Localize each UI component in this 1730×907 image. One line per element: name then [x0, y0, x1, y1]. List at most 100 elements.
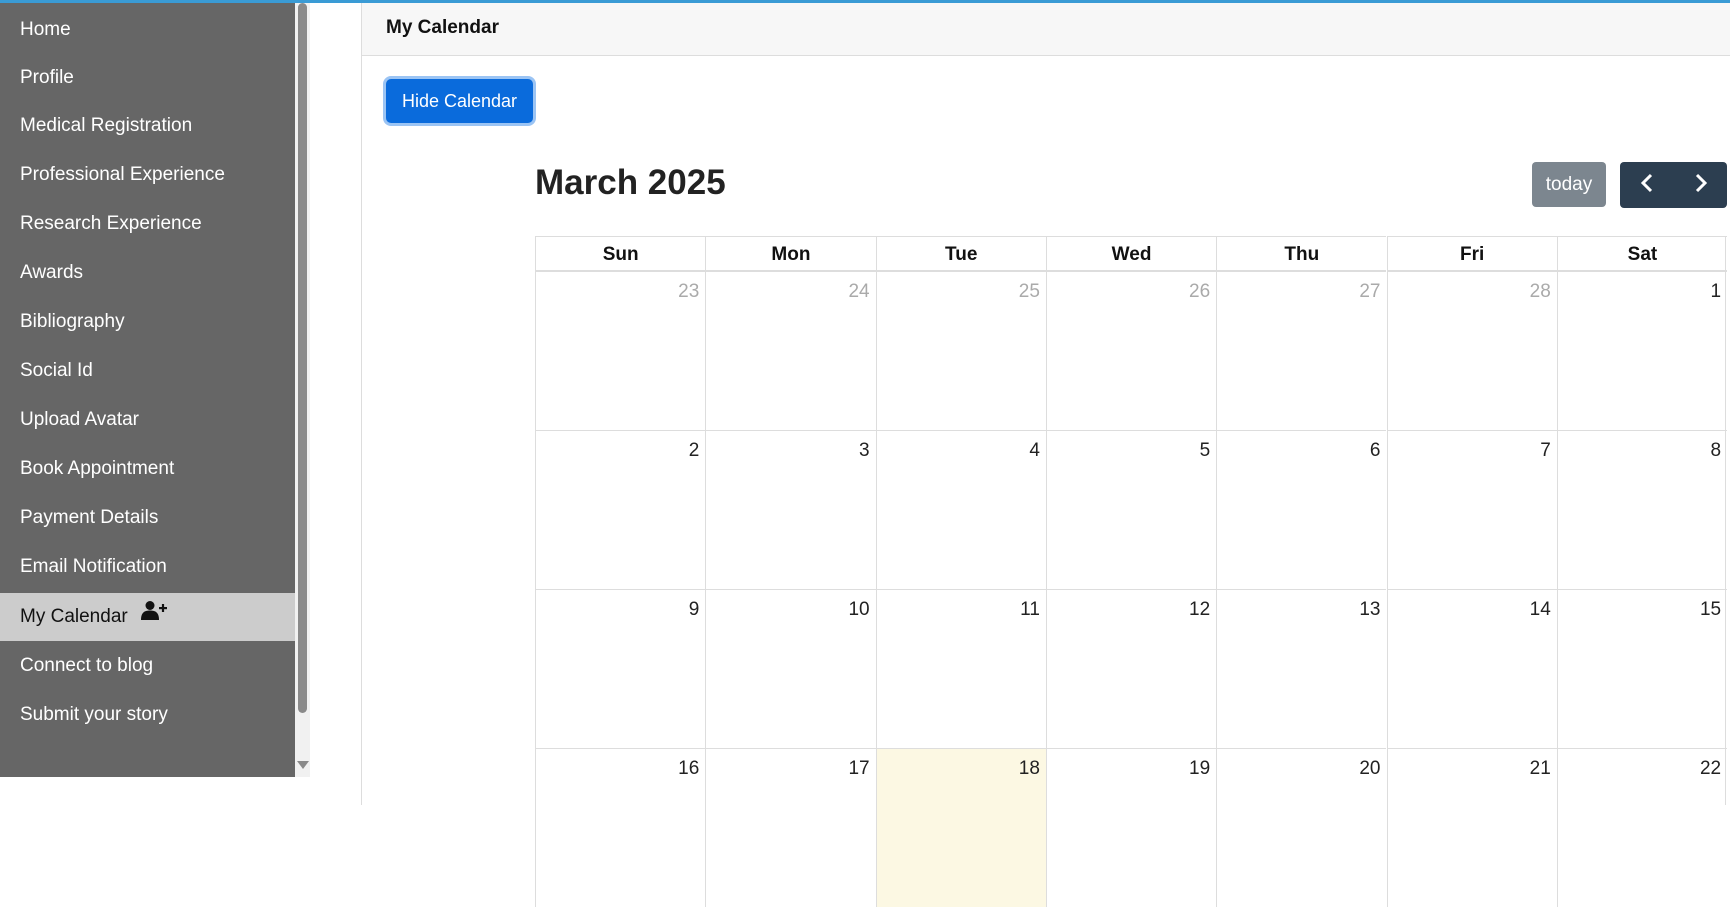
day-cell[interactable]: 8 [1556, 430, 1728, 589]
chevron-left-icon [1640, 173, 1654, 198]
sidebar-item-label: Research Experience [20, 213, 202, 234]
weekday-header: Wed [1045, 236, 1217, 271]
sidebar-item-connect-to-blog[interactable]: Connect to blog [0, 642, 295, 690]
day-number: 15 [1699, 599, 1722, 620]
day-cell[interactable]: 10 [705, 589, 876, 748]
day-cell[interactable]: 12 [1045, 589, 1217, 748]
weekday-header: Tue [875, 236, 1046, 271]
day-number: 1 [1710, 281, 1722, 302]
sidebar-item-professional-experience[interactable]: Professional Experience [0, 151, 295, 199]
day-cell[interactable]: 23 [535, 271, 706, 430]
sidebar-item-label: Home [20, 19, 71, 40]
chevron-right-icon [1694, 173, 1708, 198]
sidebar-item-upload-avatar[interactable]: Upload Avatar [0, 396, 295, 444]
sidebar-item-label: Professional Experience [20, 164, 225, 185]
day-cell[interactable]: 15 [1556, 589, 1728, 748]
sidebar-item-label: Connect to blog [20, 655, 154, 676]
calendar-grid: Sun Mon Tue Wed Thu Fri Sat 23 24 25 26 27 28 1 2 3 4 5 6 7… [535, 236, 1728, 907]
day-cell[interactable]: 11 [875, 589, 1046, 748]
day-number: 13 [1359, 599, 1381, 620]
day-cell-today[interactable]: 18 [875, 748, 1046, 907]
sidebar-item-my-calendar[interactable]: My Calendar [0, 593, 295, 641]
day-number: 17 [848, 758, 870, 779]
calendar-nav-group [1620, 162, 1727, 208]
day-cell[interactable]: 20 [1216, 748, 1387, 907]
day-number: 22 [1699, 758, 1722, 779]
sidebar-item-awards[interactable]: Awards [0, 249, 295, 297]
user-plus-icon [141, 591, 167, 639]
sidebar-item-label: Payment Details [20, 507, 159, 528]
sidebar-item-label: Social Id [20, 360, 93, 381]
day-number: 14 [1529, 599, 1551, 620]
sidebar-item-home[interactable]: Home [0, 6, 295, 54]
sidebar-item-label: Profile [20, 67, 74, 88]
sidebar-item-bibliography[interactable]: Bibliography [0, 298, 295, 346]
sidebar-item-email-notification[interactable]: Email Notification [0, 543, 295, 591]
day-number: 11 [1020, 599, 1040, 620]
next-month-button[interactable] [1674, 162, 1727, 208]
day-cell[interactable]: 27 [1216, 271, 1387, 430]
day-cell[interactable]: 2 [535, 430, 706, 589]
day-cell[interactable]: 9 [535, 589, 706, 748]
day-number: 28 [1529, 281, 1551, 302]
prev-month-button[interactable] [1620, 162, 1673, 208]
day-cell[interactable]: 24 [705, 271, 876, 430]
weekday-header: Fri [1386, 236, 1557, 271]
sidebar-item-profile[interactable]: Profile [0, 54, 295, 102]
sidebar-item-submit-your-story[interactable]: Submit your story [0, 691, 295, 739]
day-number: 25 [1018, 281, 1040, 302]
sidebar-scrollbar-thumb[interactable] [298, 3, 307, 713]
weekday-header: Mon [705, 236, 876, 271]
day-cell[interactable]: 16 [535, 748, 706, 907]
day-number: 24 [848, 281, 870, 302]
sidebar-item-research-experience[interactable]: Research Experience [0, 200, 295, 248]
day-number: 16 [678, 758, 700, 779]
day-cell[interactable]: 13 [1216, 589, 1387, 748]
sidebar-item-label: Bibliography [20, 311, 125, 332]
day-cell[interactable]: 25 [875, 271, 1046, 430]
day-number: 23 [678, 281, 700, 302]
sidebar-item-label: Upload Avatar [20, 409, 140, 430]
day-cell[interactable]: 14 [1386, 589, 1557, 748]
day-cell[interactable]: 7 [1386, 430, 1557, 589]
day-cell[interactable]: 17 [705, 748, 876, 907]
weekday-header: Sun [535, 236, 706, 271]
day-number: 21 [1529, 758, 1551, 779]
page-header: My Calendar [362, 3, 1730, 56]
sidebar-item-payment-details[interactable]: Payment Details [0, 494, 295, 542]
sidebar-item-label: Awards [20, 262, 84, 283]
day-cell[interactable]: 5 [1045, 430, 1217, 589]
day-number: 7 [1540, 440, 1551, 461]
day-number: 6 [1369, 440, 1381, 461]
day-cell[interactable]: 21 [1386, 748, 1557, 907]
day-cell[interactable]: 1 [1556, 271, 1728, 430]
weekday-header: Thu [1216, 236, 1387, 271]
hide-calendar-button[interactable]: Hide Calendar [386, 79, 533, 123]
sidebar-item-medical-registration[interactable]: Medical Registration [0, 102, 295, 150]
day-number: 8 [1710, 440, 1722, 461]
day-cell[interactable]: 28 [1386, 271, 1557, 430]
sidebar-item-label: My Calendar [20, 606, 128, 627]
page-title: My Calendar [386, 17, 499, 38]
day-number: 12 [1189, 599, 1211, 620]
day-cell[interactable]: 6 [1216, 430, 1387, 589]
sidebar-item-social-id[interactable]: Social Id [0, 347, 295, 395]
sidebar-item-book-appointment[interactable]: Book Appointment [0, 445, 295, 493]
sidebar-item-label: Medical Registration [20, 115, 193, 136]
day-number: 4 [1029, 440, 1040, 461]
day-cell[interactable]: 4 [875, 430, 1046, 589]
day-number: 19 [1189, 758, 1211, 779]
day-number: 3 [859, 440, 870, 461]
day-number: 10 [848, 599, 870, 620]
today-button[interactable]: today [1532, 162, 1606, 207]
day-number: 5 [1199, 440, 1211, 461]
day-number: 26 [1189, 281, 1211, 302]
scroll-down-arrow-icon[interactable] [297, 761, 309, 769]
day-cell[interactable]: 3 [705, 430, 876, 589]
main-divider [361, 3, 362, 805]
day-number: 18 [1018, 758, 1040, 779]
day-cell[interactable]: 19 [1045, 748, 1217, 907]
day-cell[interactable]: 22 [1556, 748, 1728, 907]
sidebar-item-label: Submit your story [20, 704, 168, 725]
day-cell[interactable]: 26 [1045, 271, 1217, 430]
